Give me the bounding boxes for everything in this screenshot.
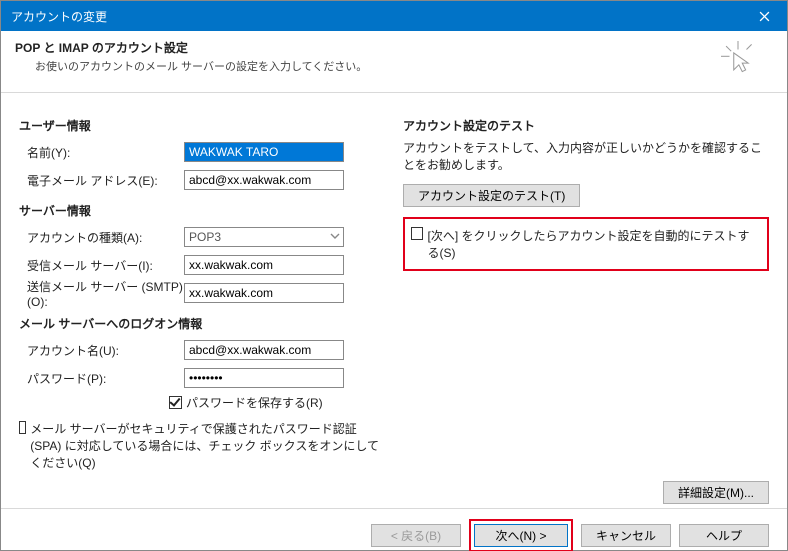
- section-user-info: ユーザー情報: [19, 117, 385, 134]
- label-account-name: アカウント名(U):: [19, 342, 184, 359]
- test-account-button[interactable]: アカウント設定のテスト(T): [403, 184, 580, 207]
- label-save-password: パスワードを保存する(R): [186, 394, 323, 411]
- label-incoming: 受信メール サーバー(I):: [19, 257, 184, 274]
- label-email: 電子メール アドレス(E):: [19, 172, 184, 189]
- save-password-checkbox[interactable]: [169, 396, 182, 409]
- cancel-button[interactable]: キャンセル: [581, 524, 671, 547]
- label-spa: メール サーバーがセキュリティで保護されたパスワード認証 (SPA) に対応して…: [30, 421, 385, 471]
- help-button[interactable]: ヘルプ: [679, 524, 769, 547]
- auto-test-checkbox[interactable]: [411, 227, 423, 240]
- account-type-value: [184, 227, 344, 247]
- section-logon-info: メール サーバーへのログオン情報: [19, 315, 385, 332]
- test-description: アカウントをテストして、入力内容が正しいかどうかを確認することをお勧めします。: [403, 140, 769, 174]
- cursor-icon: [721, 41, 755, 80]
- close-icon: [759, 11, 770, 22]
- content-area: ユーザー情報 名前(Y): 電子メール アドレス(E): サーバー情報 アカウン…: [1, 93, 787, 481]
- label-outgoing: 送信メール サーバー (SMTP)(O):: [19, 278, 184, 309]
- label-password: パスワード(P):: [19, 370, 184, 387]
- window-title: アカウントの変更: [11, 8, 107, 25]
- account-change-dialog: アカウントの変更 POP と IMAP のアカウント設定 お使いのアカウントのメ…: [0, 0, 788, 551]
- header-title: POP と IMAP のアカウント設定: [15, 39, 367, 56]
- label-auto-test: [次へ] をクリックしたらアカウント設定を自動的にテストする(S): [427, 227, 761, 261]
- next-button[interactable]: 次へ(N) >: [474, 524, 568, 547]
- header-area: POP と IMAP のアカウント設定 お使いのアカウントのメール サーバーの設…: [1, 31, 787, 93]
- label-account-type: アカウントの種類(A):: [19, 229, 184, 246]
- section-server-info: サーバー情報: [19, 202, 385, 219]
- email-input[interactable]: [184, 170, 344, 190]
- titlebar: アカウントの変更: [1, 1, 787, 31]
- account-type-select[interactable]: [184, 227, 344, 247]
- detail-row: 詳細設定(M)...: [1, 481, 787, 508]
- left-column: ユーザー情報 名前(Y): 電子メール アドレス(E): サーバー情報 アカウン…: [19, 117, 385, 471]
- auto-test-highlight: [次へ] をクリックしたらアカウント設定を自動的にテストする(S): [403, 217, 769, 271]
- label-name: 名前(Y):: [19, 144, 184, 161]
- password-input[interactable]: [184, 368, 344, 388]
- incoming-server-input[interactable]: [184, 255, 344, 275]
- name-input[interactable]: [184, 142, 344, 162]
- section-test: アカウント設定のテスト: [403, 117, 769, 134]
- back-button: < 戻る(B): [371, 524, 461, 547]
- account-name-input[interactable]: [184, 340, 344, 360]
- right-column: アカウント設定のテスト アカウントをテストして、入力内容が正しいかどうかを確認す…: [403, 117, 769, 471]
- detail-settings-button[interactable]: 詳細設定(M)...: [663, 481, 769, 504]
- close-button[interactable]: [742, 1, 787, 31]
- outgoing-server-input[interactable]: [184, 283, 344, 303]
- footer-buttons: < 戻る(B) 次へ(N) > キャンセル ヘルプ: [1, 508, 787, 551]
- next-button-highlight: 次へ(N) >: [469, 519, 573, 551]
- header-subtitle: お使いのアカウントのメール サーバーの設定を入力してください。: [15, 58, 367, 74]
- spa-checkbox[interactable]: [19, 421, 26, 434]
